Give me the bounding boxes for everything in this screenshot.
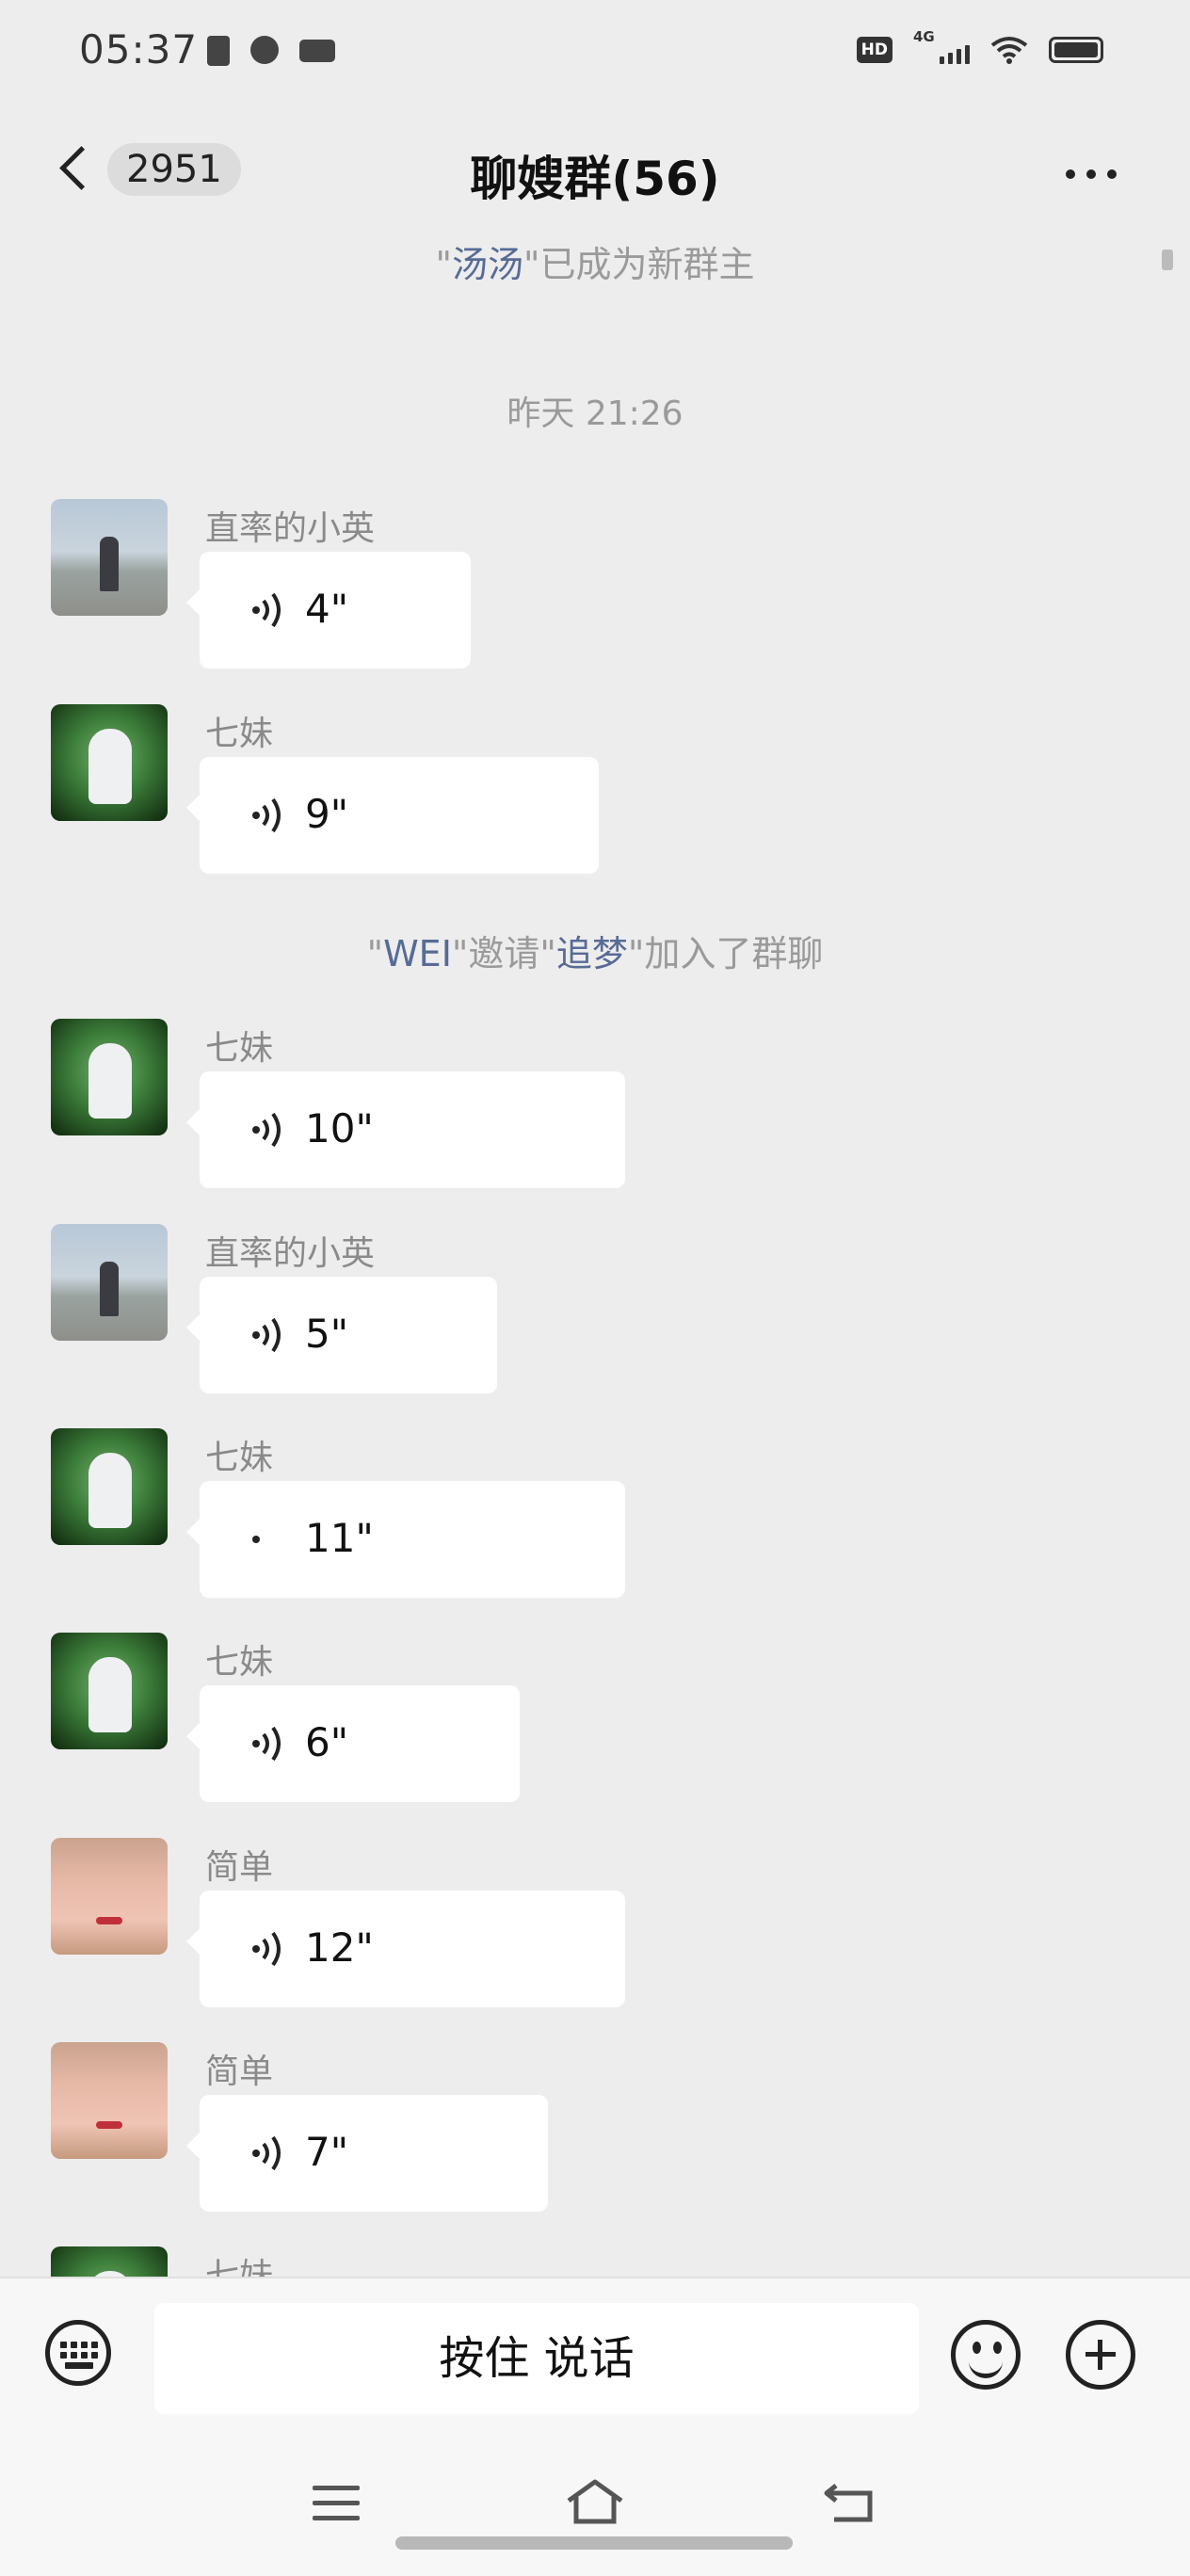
owner-name-link[interactable]: 汤汤 [452,244,523,285]
network-type: 4G [913,28,935,45]
voice-duration: 9" [305,791,349,837]
hd-badge: HD [856,37,892,63]
voice-message-bubble[interactable]: 4" [186,552,471,668]
chat-header: 2951 聊嫂群(56) [0,122,1190,235]
sender-name: 直率的小英 [205,509,376,548]
status-left-icons [207,36,335,66]
message-row: 简单 12" [51,1838,1134,2026]
voice-message-bubble[interactable]: 7" [186,2095,548,2212]
system-message-new-owner: "汤汤"已成为新群主 [435,244,755,285]
voice-message-bubble[interactable]: 12" [186,1891,625,2007]
message-row: 七妹 6" [51,1633,1134,1821]
chat-title: 聊嫂群(56) [470,152,720,206]
message-row: 七妹 [51,2246,1134,2278]
message-row: 直率的小英 4" [51,499,1134,687]
message-row: 七妹 10" [51,1019,1134,1207]
voice-wave-icon [252,1726,281,1762]
voice-wave-icon [252,1317,281,1353]
avatar[interactable] [51,1633,168,1749]
message-row: 简单 7" [51,2042,1134,2230]
voice-wave-icon [252,1112,281,1148]
avatar[interactable] [51,1428,168,1545]
home-indicator[interactable] [395,2536,793,2550]
system-message-invite: "WEI"邀请"追梦"加入了群聊 [366,933,824,974]
voice-message-bubble[interactable]: 5" [186,1277,497,1393]
sender-name: 七妹 [205,2257,274,2278]
voice-duration: 5" [305,1311,349,1357]
avatar[interactable] [51,2246,168,2278]
wifi-icon [990,37,1028,64]
system-navigation-bar [0,2425,1190,2576]
signal-icon: 4G [913,28,970,64]
sender-name: 七妹 [205,1643,274,1682]
status-bar: 05:37 HD 4G [0,0,1190,104]
avatar[interactable] [51,2042,168,2159]
sender-name: 七妹 [205,1439,274,1477]
sender-name: 简单 [205,2053,274,2091]
battery-icon [1049,37,1103,63]
voice-message-bubble[interactable]: 9" [186,757,599,874]
clipboard-icon [207,36,230,66]
avatar[interactable] [51,704,168,821]
back-nav-icon[interactable] [823,2480,879,2523]
plus-icon[interactable] [1066,2320,1135,2390]
keyboard-icon[interactable] [45,2320,111,2386]
sender-name: 七妹 [205,715,274,753]
voice-message-bubble[interactable]: 10" [186,1071,625,1188]
voice-duration: 6" [305,1719,349,1765]
message-row: 直率的小英 5" [51,1224,1134,1412]
voice-wave-icon [252,592,281,628]
hold-to-talk-button[interactable]: 按住 说话 [154,2303,919,2414]
voice-message-bubble[interactable]: 6" [186,1685,520,1802]
more-options-icon[interactable] [1066,169,1117,179]
input-bar: 按住 说话 [0,2277,1190,2427]
voice-duration: 11" [305,1515,374,1561]
inviter-name-link[interactable]: WEI [383,933,452,974]
voice-wave-icon [252,1931,281,1967]
wechat-icon [250,36,279,64]
message-row: 七妹 9" [51,704,1134,893]
message-list[interactable]: "汤汤"已成为新群主 昨天 21:26 直率的小英 4" 七妹 9" "WEI"… [0,235,1190,2278]
status-right-icons: HD 4G [856,28,1103,64]
avatar[interactable] [51,1224,168,1341]
invitee-name-link[interactable]: 追梦 [556,933,628,974]
avatar[interactable] [51,1019,168,1135]
sender-name: 直率的小英 [205,1234,376,1273]
video-camera-icon [299,40,335,62]
home-icon[interactable] [565,2478,625,2525]
avatar[interactable] [51,1838,168,1955]
voice-playing-icon [252,1536,260,1543]
status-time: 05:37 [79,26,199,72]
voice-duration: 12" [305,1924,374,1971]
voice-duration: 7" [305,2129,349,2175]
voice-wave-icon [252,2135,281,2171]
sender-name: 简单 [205,1848,274,1887]
avatar[interactable] [51,499,168,616]
voice-message-bubble[interactable]: 11" [186,1481,625,1598]
sender-name: 七妹 [205,1029,274,1068]
voice-duration: 4" [305,586,349,632]
message-row: 七妹 11" [51,1428,1134,1617]
voice-wave-icon [252,797,281,833]
emoji-icon[interactable] [951,2320,1021,2390]
voice-duration: 10" [305,1105,374,1151]
timestamp: 昨天 21:26 [507,394,683,433]
menu-icon[interactable] [313,2486,360,2521]
